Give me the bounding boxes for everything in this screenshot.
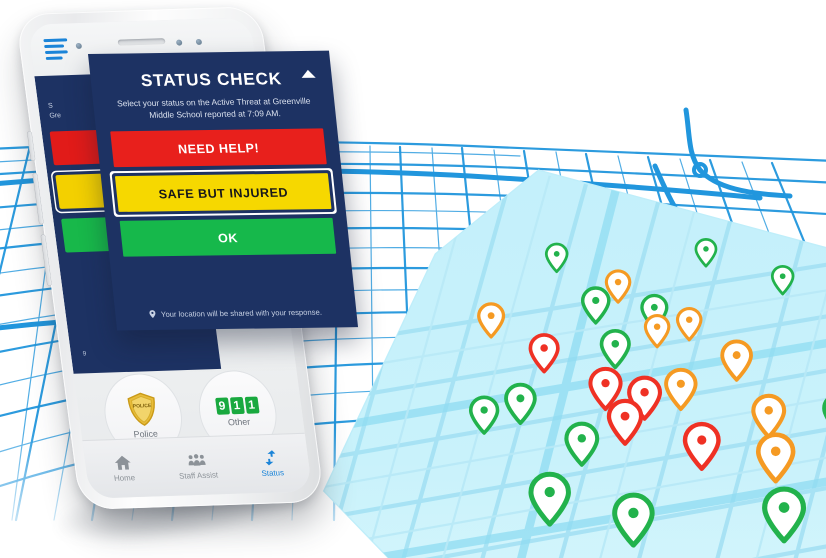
modal-footer-text: Your location will be shared with your r… (160, 307, 323, 319)
bottom-tab-bar: Home Staff Assist Status (82, 432, 313, 499)
background-card-footer: 9 (82, 350, 87, 358)
proximity-sensor-icon (195, 38, 203, 46)
tab-status[interactable]: Status (231, 434, 313, 494)
status-arrows-icon (265, 450, 276, 466)
incident-map-panel[interactable] (300, 118, 826, 558)
sensor-icon (175, 39, 183, 46)
tab-home[interactable]: Home (82, 439, 164, 499)
tab-status-label: Status (261, 468, 285, 478)
scene-root: S Gre 9 POLICE Police 9 1 1 Other Home S… (0, 0, 826, 558)
location-pin-icon (149, 310, 156, 319)
modal-footer-note: Your location will be shared with your r… (115, 307, 357, 319)
svg-text:POLICE: POLICE (132, 402, 152, 409)
front-camera-icon (75, 42, 83, 50)
earpiece-speaker-icon (117, 38, 166, 46)
caret-up-icon[interactable] (300, 69, 316, 78)
status-button-safe-but-injured[interactable]: SAFE BUT INJURED (114, 173, 332, 212)
tab-staff-assist[interactable]: Staff Assist (157, 436, 239, 496)
home-icon (114, 455, 131, 470)
hamburger-menu-icon[interactable] (43, 38, 71, 60)
police-badge-icon: POLICE (127, 392, 155, 426)
911-icon: 911 (214, 396, 260, 415)
quick-action-other-label: Other (227, 416, 251, 428)
status-button-ok[interactable]: OK (119, 217, 337, 257)
tab-staff-assist-label: Staff Assist (178, 470, 219, 481)
modal-title: STATUS CHECK (139, 69, 283, 91)
status-check-modal[interactable]: STATUS CHECK Select your status on the A… (88, 50, 359, 331)
people-group-icon (188, 454, 206, 466)
modal-subtitle: Select your status on the Active Threat … (116, 95, 311, 120)
tab-home-label: Home (113, 473, 136, 483)
status-button-need-help[interactable]: NEED HELP! (110, 128, 327, 168)
